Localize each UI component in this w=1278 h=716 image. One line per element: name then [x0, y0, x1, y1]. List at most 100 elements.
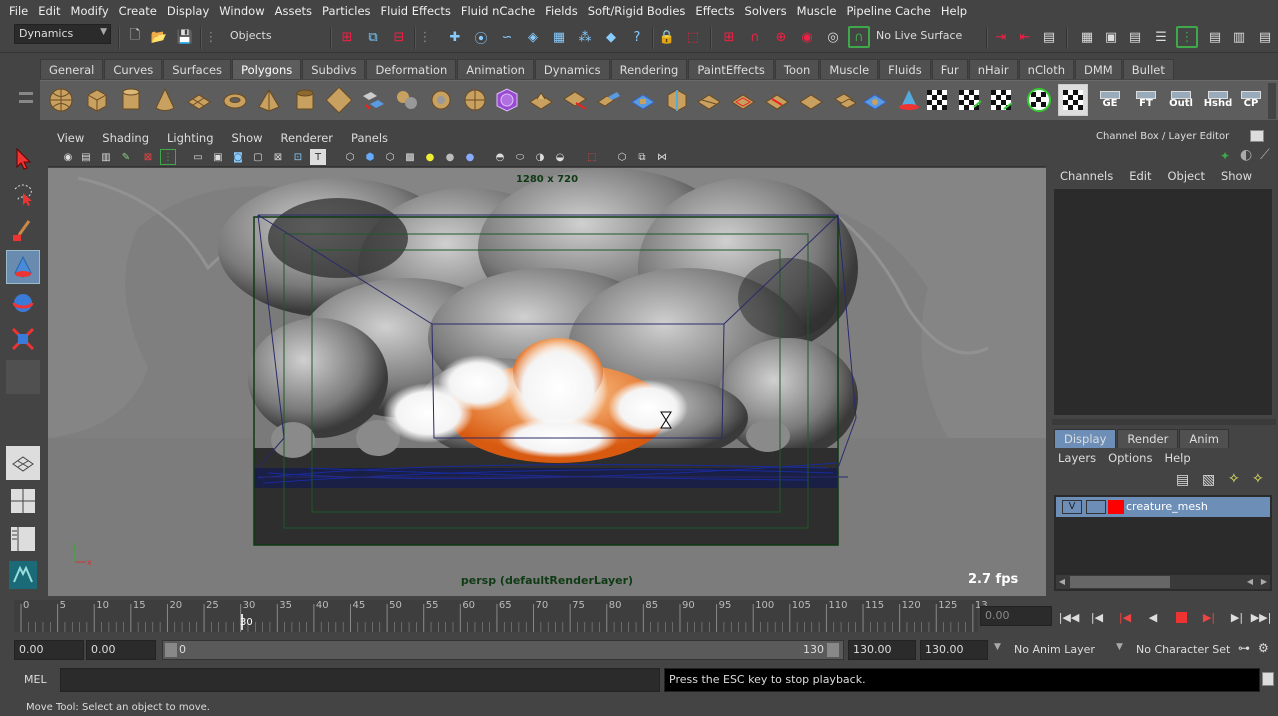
shelf-tab-dynamics[interactable]: Dynamics [534, 59, 610, 79]
separate-icon[interactable] [392, 84, 422, 116]
scroll-right-icon[interactable]: ▶ [1258, 576, 1270, 588]
menu-muscle[interactable]: Muscle [792, 0, 842, 23]
scale-tool-icon[interactable] [6, 322, 40, 356]
film-gate-icon[interactable]: ⋮ [160, 149, 176, 165]
graph-editor-button[interactable]: GE [1094, 84, 1126, 116]
smooth-icon[interactable] [460, 84, 490, 116]
shelf-tab-deformation[interactable]: Deformation [366, 59, 457, 79]
scroll-thumb[interactable] [1070, 576, 1170, 588]
shelf-tab-polygons[interactable]: Polygons [232, 59, 302, 79]
default-lighting-icon[interactable]: ● [422, 149, 438, 165]
panel-menu-panels[interactable]: Panels [342, 131, 397, 145]
panel-menu-shading[interactable]: Shading [93, 131, 158, 145]
layer-menu-layers[interactable]: Layers [1052, 451, 1102, 465]
image-plane-icon[interactable]: ▥ [98, 149, 114, 165]
layer-scrollbar[interactable]: ◀ ◀ ▶ [1056, 575, 1270, 589]
snap-view-plane-icon[interactable]: ◉ [796, 26, 818, 48]
split-polygon-icon[interactable] [694, 84, 724, 116]
paint-select-tool-icon[interactable] [6, 214, 40, 248]
shelf-tab-muscle[interactable]: Muscle [820, 59, 879, 79]
select-tool-icon[interactable] [6, 142, 40, 176]
insert-edgeloop-icon[interactable] [662, 84, 692, 116]
open-scene-icon[interactable]: 📂 [148, 26, 170, 48]
stop-icon[interactable] [1170, 608, 1192, 626]
resolution-gate-icon[interactable]: ▭ [190, 149, 206, 165]
layer-menu-options[interactable]: Options [1102, 451, 1158, 465]
character-set-arrow-icon[interactable]: ▼ [1116, 642, 1123, 652]
extrude-icon[interactable] [526, 84, 556, 116]
append-polygon-icon[interactable] [594, 84, 624, 116]
anim-layer-label[interactable]: No Anim Layer [1014, 643, 1095, 656]
shelf-tab-curves[interactable]: Curves [104, 59, 163, 79]
new-layer-selected-icon[interactable]: ▧ [1202, 472, 1215, 488]
float-panel-icon[interactable] [1250, 130, 1264, 142]
time-slider[interactable]: 0 5 10 15 20 25 30 35 40 45 50 55 60 65 70 75 80 85 90 95 10… [14, 600, 988, 632]
text-icon[interactable]: T [310, 149, 326, 165]
shelf-tab-animation[interactable]: Animation [457, 59, 534, 79]
move-tool-icon[interactable] [6, 250, 40, 284]
layer-row-creature-mesh[interactable]: V creature_mesh [1056, 497, 1270, 517]
axis-icon[interactable]: ✦ [1220, 149, 1230, 163]
render-settings-icon[interactable]: ☰ [1150, 26, 1172, 48]
step-forward-key-icon[interactable]: ▶| [1198, 608, 1220, 626]
uv-auto-icon[interactable] [1058, 84, 1088, 116]
poly-pipe-icon[interactable] [290, 84, 320, 116]
layer-visibility-toggle[interactable]: V [1062, 500, 1082, 514]
hud-icon[interactable]: ⬡ [614, 149, 630, 165]
menu-window[interactable]: Window [214, 0, 269, 23]
perspective-viewport[interactable]: y x 1280 x 720 persp (defaultRenderLayer… [48, 168, 1046, 596]
select-handles-icon[interactable]: ✚ [444, 26, 466, 48]
single-perspective-layout-icon[interactable] [6, 446, 40, 480]
menu-file[interactable]: File [4, 0, 33, 23]
extract-icon[interactable] [426, 84, 456, 116]
chamfer-icon[interactable] [830, 84, 860, 116]
poly-cone-icon[interactable] [150, 84, 180, 116]
channel-splitter[interactable] [1052, 419, 1276, 425]
rotate-tool-icon[interactable] [6, 286, 40, 320]
poly-pyramid-icon[interactable] [254, 84, 284, 116]
shelf-scroll[interactable] [1268, 83, 1276, 119]
channel-list[interactable] [1054, 189, 1272, 415]
poly-soccer-ball-icon[interactable] [324, 84, 354, 116]
shelf-tab-dmm[interactable]: DMM [1075, 59, 1122, 79]
channel-layer-icon[interactable]: ⟋ [1260, 147, 1270, 163]
shelf-tab-painteffects[interactable]: PaintEffects [688, 59, 774, 79]
playback-start-field[interactable]: 0.00 [86, 640, 156, 660]
new-layer-from-selection-icon[interactable]: ✧ [1252, 471, 1264, 487]
select-dynamics-icon[interactable]: ⁂ [574, 26, 596, 48]
select-deformations-icon[interactable]: ▦ [548, 26, 570, 48]
menu-display[interactable]: Display [162, 0, 214, 23]
lock-selection-icon[interactable]: 🔒 [656, 26, 678, 48]
panel-menu-lighting[interactable]: Lighting [158, 131, 222, 145]
scroll-left-icon[interactable]: ◀ [1056, 576, 1068, 588]
bookmark-icon[interactable]: ▤ [78, 149, 94, 165]
animation-prefs-icon[interactable]: ⚙ [1258, 641, 1269, 655]
motion-blur-icon[interactable]: ⋈ [654, 149, 670, 165]
fill-hole-icon[interactable] [628, 84, 658, 116]
channel-menu-channels[interactable]: Channels [1052, 169, 1121, 183]
shelf-menu-handle[interactable] [14, 82, 38, 118]
uv-spherical-icon[interactable] [1024, 84, 1054, 116]
shelf-tab-bullet[interactable]: Bullet [1122, 59, 1174, 79]
grease-pencil-icon[interactable]: ✎ [118, 149, 134, 165]
textured-icon[interactable]: ▩ [402, 149, 418, 165]
character-set-label[interactable]: No Character Set [1136, 643, 1230, 656]
collapse-icon[interactable]: ⋮ [205, 26, 218, 48]
select-camera-icon[interactable]: ⬚ [584, 149, 600, 165]
new-scene-icon[interactable]: 🗋 [124, 26, 146, 48]
anim-layer-arrow-icon[interactable]: ▼ [994, 642, 1001, 652]
smooth-shading-icon[interactable]: ⬢ [362, 149, 378, 165]
menu-assets[interactable]: Assets [270, 0, 317, 23]
menu-particles[interactable]: Particles [317, 0, 375, 23]
channel-menu-edit[interactable]: Edit [1121, 169, 1159, 183]
go-to-start-icon[interactable]: |◀◀ [1058, 608, 1080, 626]
menu-pipeline-cache[interactable]: Pipeline Cache [841, 0, 935, 23]
live-surface-field[interactable]: No Live Surface [872, 27, 982, 47]
poly-torus-icon[interactable] [220, 84, 250, 116]
select-hierarchy-icon[interactable]: ⊞ [336, 26, 358, 48]
poly-cylinder-icon[interactable] [116, 84, 146, 116]
outliner-button[interactable]: Outl [1164, 84, 1198, 116]
safe-action-icon[interactable]: ▢ [250, 149, 266, 165]
menu-modify[interactable]: Modify [66, 0, 114, 23]
shelf-tab-fur[interactable]: Fur [931, 59, 968, 79]
